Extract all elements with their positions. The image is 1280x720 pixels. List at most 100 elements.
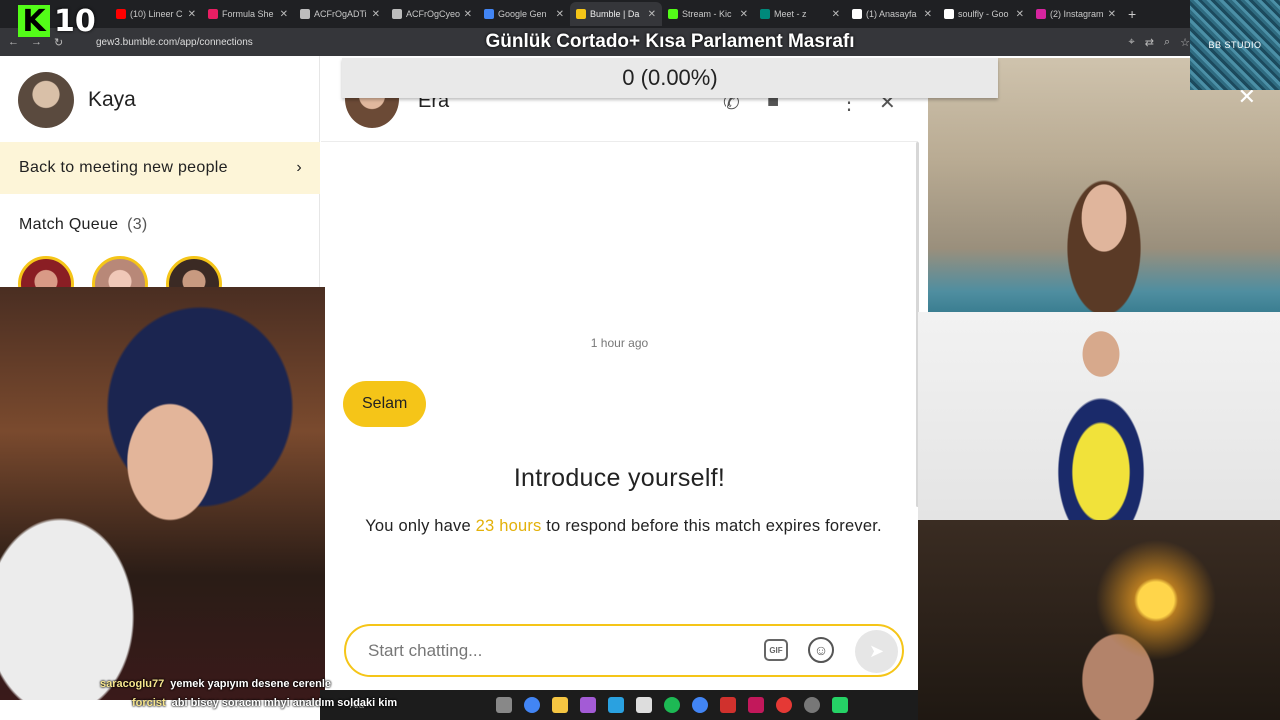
tab-close-icon[interactable]: ✕ bbox=[924, 9, 932, 20]
chat-username: saracoglu77 bbox=[100, 678, 165, 690]
store-icon[interactable] bbox=[636, 697, 653, 713]
tab-close-icon[interactable]: ✕ bbox=[832, 9, 840, 20]
browser-tab[interactable]: Meet - z ✕ bbox=[754, 2, 846, 26]
expiry-text-after: to respond before this match expires for… bbox=[541, 517, 882, 535]
profile-name: Kaya bbox=[88, 88, 136, 111]
tab-favicon-icon bbox=[668, 9, 678, 19]
acrobat-icon[interactable] bbox=[720, 697, 737, 713]
tab-title: (1) Anasayfa bbox=[866, 9, 917, 19]
browser-tab[interactable]: (1) Anasayfa ✕ bbox=[846, 2, 938, 26]
zoom-icon[interactable]: ⌕ bbox=[1164, 36, 1170, 49]
chat-input[interactable] bbox=[368, 640, 748, 661]
tab-title: Stream - Kic bbox=[682, 9, 732, 19]
tab-close-icon[interactable]: ✕ bbox=[464, 9, 472, 20]
emoji-icon[interactable]: ☺ bbox=[808, 637, 834, 663]
streamer-girl-camera bbox=[0, 287, 325, 700]
avatar[interactable] bbox=[18, 72, 74, 128]
message-bubble: Selam bbox=[343, 381, 427, 427]
screen: (10) Lineer C ✕ Formula She ✕ ACFrOgADTi ✕ ACF… bbox=[0, 0, 1280, 720]
studio-label: BB STUDIO bbox=[1208, 40, 1262, 50]
tab-favicon-icon bbox=[392, 9, 402, 19]
bookmark-star-icon[interactable]: ☆ bbox=[1180, 36, 1190, 49]
tab-favicon-icon bbox=[300, 9, 310, 19]
browser-tab[interactable]: Google Gen ✕ bbox=[478, 2, 570, 26]
tab-favicon-icon bbox=[116, 9, 126, 19]
back-to-meeting-button[interactable]: Back to meeting new people › bbox=[0, 142, 320, 194]
send-icon[interactable]: ➤ bbox=[855, 630, 898, 673]
settings-icon[interactable] bbox=[804, 697, 821, 713]
browser-tab[interactable]: (2) Instagram ✕ bbox=[1030, 2, 1122, 26]
tab-close-icon[interactable]: ✕ bbox=[280, 9, 288, 20]
chat-panel: Era ✆ ■ ⋮ ✕ 1 hour ago Selam Introduce y… bbox=[321, 56, 918, 690]
streamer-camera bbox=[918, 520, 1280, 720]
browser-tab[interactable]: soulfly - Goo ✕ bbox=[938, 2, 1030, 26]
logo-number: 10 bbox=[54, 3, 96, 39]
chrome-alt-icon[interactable] bbox=[692, 697, 709, 713]
tab-title: soulfly - Goo bbox=[958, 9, 1009, 19]
tab-close-icon[interactable]: ✕ bbox=[556, 9, 564, 20]
browser-tab[interactable]: Bumble | Da ✕ bbox=[570, 2, 662, 26]
tab-close-icon[interactable]: ✕ bbox=[740, 9, 748, 20]
my-profile[interactable]: Kaya bbox=[0, 56, 319, 144]
tab-favicon-icon bbox=[208, 9, 218, 19]
message-composer: GIF ☺ ➤ bbox=[344, 624, 904, 677]
stream-chat-message: saracoglu77 yemek yapıyım desene cerenle bbox=[100, 678, 530, 690]
tab-title: Bumble | Da bbox=[590, 9, 640, 19]
tab-favicon-icon bbox=[576, 9, 586, 19]
translate-icon[interactable]: ⇄ bbox=[1145, 36, 1154, 49]
kick-logo-icon: K bbox=[18, 4, 50, 39]
browser-tab[interactable]: (10) Lineer C ✕ bbox=[110, 2, 202, 26]
copilot-icon[interactable] bbox=[580, 697, 597, 713]
chevron-right-icon: › bbox=[296, 159, 302, 176]
chat-text: abi bisey soracm mhyi analdım soldaki ki… bbox=[171, 697, 398, 709]
browser-tab[interactable]: ACFrOgADTi ✕ bbox=[294, 2, 386, 26]
expiry-text-before: You only have bbox=[365, 517, 476, 535]
chat-text: yemek yapıyım desene cerenle bbox=[170, 678, 332, 690]
browser-tab[interactable]: ACFrOgCyeo ✕ bbox=[386, 2, 478, 26]
connections-sidebar: Kaya Back to meeting new people › Match … bbox=[0, 56, 320, 312]
browser-tab-bar: (10) Lineer C ✕ Formula She ✕ ACFrOgADTi ✕ ACF… bbox=[0, 0, 1280, 28]
tab-title: Google Gen bbox=[498, 9, 547, 19]
tab-title: Meet - z bbox=[774, 9, 807, 19]
tab-favicon-icon bbox=[944, 9, 954, 19]
tab-title: (10) Lineer C bbox=[130, 9, 183, 19]
football-player-photo bbox=[918, 312, 1280, 520]
stream-chat-message: forcist abi bisey soracm mhyi analdım sol… bbox=[132, 697, 562, 709]
spotify-icon[interactable] bbox=[664, 697, 681, 713]
app-icon[interactable] bbox=[748, 697, 765, 713]
match-queue-count: (3) bbox=[127, 216, 148, 233]
edge-icon[interactable] bbox=[608, 697, 625, 713]
toolbar-icons: ⌖ ⇄ ⌕ ☆ bbox=[1129, 36, 1190, 49]
back-label: Back to meeting new people bbox=[19, 159, 228, 176]
introduce-heading: Introduce yourself! bbox=[513, 464, 726, 492]
studio-badge: BB STUDIO bbox=[1190, 0, 1280, 90]
tab-title: ACFrOgCyeo bbox=[406, 9, 460, 19]
match-queue-heading: Match Queue (3) bbox=[19, 216, 148, 234]
new-tab-button[interactable]: + bbox=[1128, 6, 1136, 22]
tab-close-icon[interactable]: ✕ bbox=[188, 9, 196, 20]
tab-close-icon[interactable]: ✕ bbox=[372, 9, 380, 20]
tab-close-icon[interactable]: ✕ bbox=[1108, 9, 1116, 20]
tab-favicon-icon bbox=[852, 9, 862, 19]
browser-tab[interactable]: Stream - Kic ✕ bbox=[662, 2, 754, 26]
message-timestamp: 1 hour ago bbox=[590, 336, 649, 350]
tab-title: Formula She bbox=[222, 9, 274, 19]
tab-close-icon[interactable]: ✕ bbox=[648, 9, 656, 20]
tab-favicon-icon bbox=[1036, 9, 1046, 19]
location-icon[interactable]: ⌖ bbox=[1129, 36, 1135, 49]
tab-list: (10) Lineer C ✕ Formula She ✕ ACFrOgADTi ✕ ACF… bbox=[110, 2, 1122, 26]
tab-close-icon[interactable]: ✕ bbox=[1016, 9, 1024, 20]
tab-title: (2) Instagram bbox=[1050, 9, 1104, 19]
gif-button[interactable]: GIF bbox=[764, 639, 788, 661]
tab-favicon-icon bbox=[760, 9, 770, 19]
url-field[interactable]: gew3.bumble.com/app/connections bbox=[96, 37, 476, 48]
stream-goal-title: Günlük Cortado+ Kısa Parlament Masrafı bbox=[485, 31, 855, 52]
tab-title: ACFrOgADTi bbox=[314, 9, 367, 19]
stream-logo: K 10 bbox=[18, 3, 108, 39]
chat-username: forcist bbox=[132, 697, 166, 709]
whatsapp-icon[interactable] bbox=[832, 697, 849, 713]
record-icon[interactable] bbox=[776, 697, 793, 713]
browser-tab[interactable]: Formula She ✕ bbox=[202, 2, 294, 26]
expiry-hours: 23 hours bbox=[475, 517, 542, 535]
goal-counter: 0 (0.00%) bbox=[342, 58, 998, 98]
